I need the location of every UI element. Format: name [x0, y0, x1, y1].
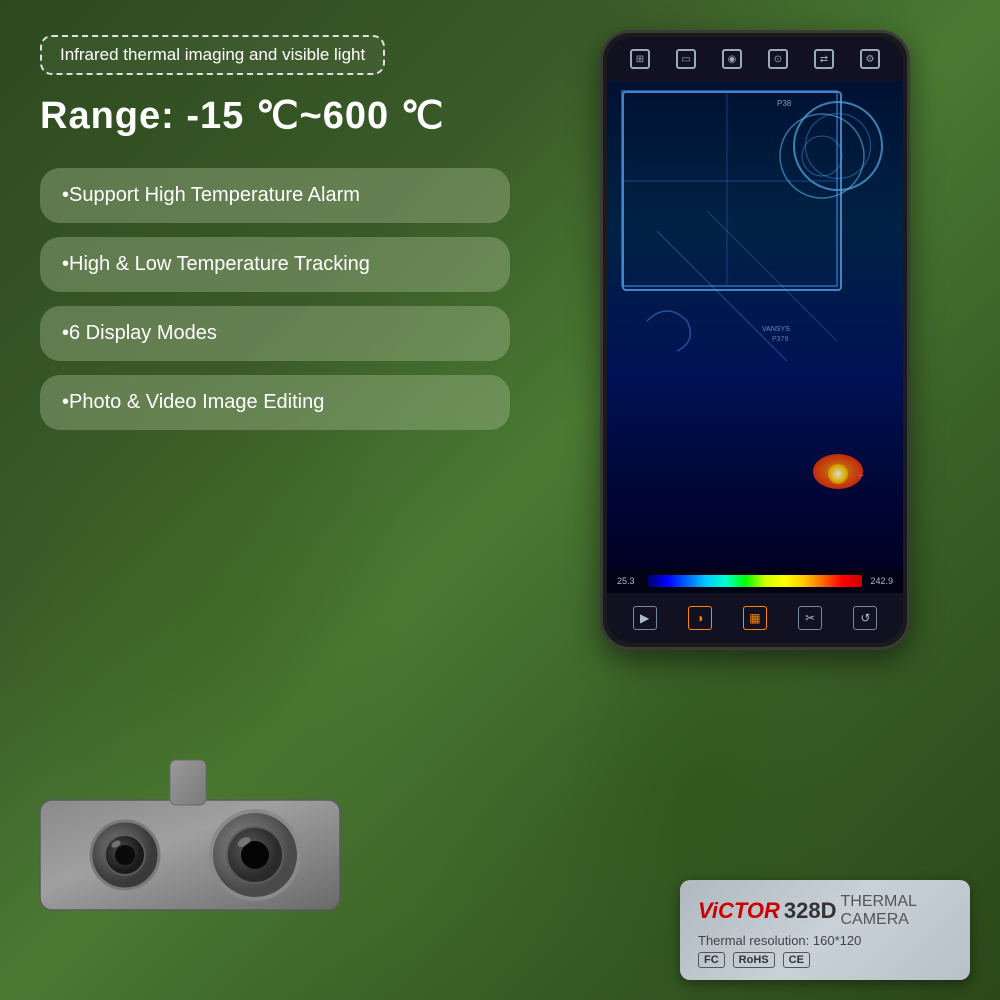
- svg-text:VANSYS: VANSYS: [762, 326, 790, 333]
- victor-resolution-label: Thermal resolution:: [698, 933, 809, 948]
- phone-topbar: ⊞ ▭ ◉ ⊙ ⇄ ⚙: [607, 37, 903, 81]
- colorbar-right-temp: 242.9: [868, 576, 893, 586]
- title-badge: Infrared thermal imaging and visible lig…: [40, 35, 385, 75]
- feature-item-4: •Photo & Video Image Editing: [40, 375, 510, 430]
- topbar-icon-camera: ◉: [722, 49, 742, 69]
- feature-text-4: •Photo & Video Image Editing: [62, 391, 324, 413]
- victor-label-box: ViCTOR 328D THERMAL CAMERA Thermal resol…: [680, 880, 970, 980]
- victor-certs: FC RoHS CE: [698, 952, 952, 968]
- feature-item-3: •6 Display Modes: [40, 306, 510, 361]
- thermal-wireframe: +: [607, 81, 903, 569]
- range-text: Range: -15 ℃~600 ℃: [40, 93, 510, 138]
- feature-item-1: •Support High Temperature Alarm: [40, 168, 510, 223]
- feature-item-2: •High & Low Temperature Tracking: [40, 237, 510, 292]
- bottom-icon-thermal[interactable]: ▦: [743, 606, 767, 630]
- victor-title-row: ViCTOR 328D THERMAL CAMERA: [698, 893, 952, 929]
- victor-brand: ViCTOR: [698, 898, 780, 924]
- feature-list: •Support High Temperature Alarm •High & …: [40, 168, 510, 430]
- phone-body: ⊞ ▭ ◉ ⊙ ⇄ ⚙: [600, 30, 910, 650]
- bottom-icon-tools[interactable]: ✂: [798, 606, 822, 630]
- cert-ce: CE: [783, 952, 810, 968]
- bottom-icon-palette[interactable]: ◑: [688, 606, 712, 630]
- svg-text:P379: P379: [772, 336, 788, 343]
- topbar-icon-display: ▭: [676, 49, 696, 69]
- topbar-icon-settings: ⚙: [860, 49, 880, 69]
- victor-category: THERMAL CAMERA: [841, 893, 953, 929]
- camera-device-svg: [20, 720, 440, 940]
- victor-resolution-value: 160*120: [813, 933, 861, 948]
- colorbar-left-temp: 25.3: [617, 576, 642, 586]
- cert-rohs: RoHS: [733, 952, 775, 968]
- bottom-icon-refresh[interactable]: ↺: [853, 606, 877, 630]
- bottom-icon-play[interactable]: ▶: [633, 606, 657, 630]
- phone-screen: ⊞ ▭ ◉ ⊙ ⇄ ⚙: [607, 37, 903, 643]
- colorbar-container: 25.3 242.9: [607, 569, 903, 593]
- feature-text-1: •Support High Temperature Alarm: [62, 184, 360, 206]
- phone-bottombar: ▶ ◑ ▦ ✂ ↺: [607, 593, 903, 643]
- topbar-icon-grid: ⊞: [630, 49, 650, 69]
- topbar-icon-search: ⊙: [768, 49, 788, 69]
- victor-resolution: Thermal resolution: 160*120: [698, 933, 952, 948]
- feature-text-3: •6 Display Modes: [62, 322, 217, 344]
- svg-text:P38: P38: [777, 99, 792, 108]
- victor-model: 328D: [784, 898, 837, 924]
- right-panel: ⊞ ▭ ◉ ⊙ ⇄ ⚙: [530, 20, 980, 980]
- cert-fc: FC: [698, 952, 725, 968]
- colorbar: [648, 575, 862, 587]
- thermal-image: +: [607, 81, 903, 569]
- feature-text-2: •High & Low Temperature Tracking: [62, 253, 370, 275]
- camera-device-container: [20, 720, 440, 940]
- title-badge-text: Infrared thermal imaging and visible lig…: [60, 45, 365, 64]
- phone-container: ⊞ ▭ ◉ ⊙ ⇄ ⚙: [600, 30, 910, 640]
- topbar-icon-transfer: ⇄: [814, 49, 834, 69]
- thermal-svg: P38 VANSYS P379: [607, 81, 903, 569]
